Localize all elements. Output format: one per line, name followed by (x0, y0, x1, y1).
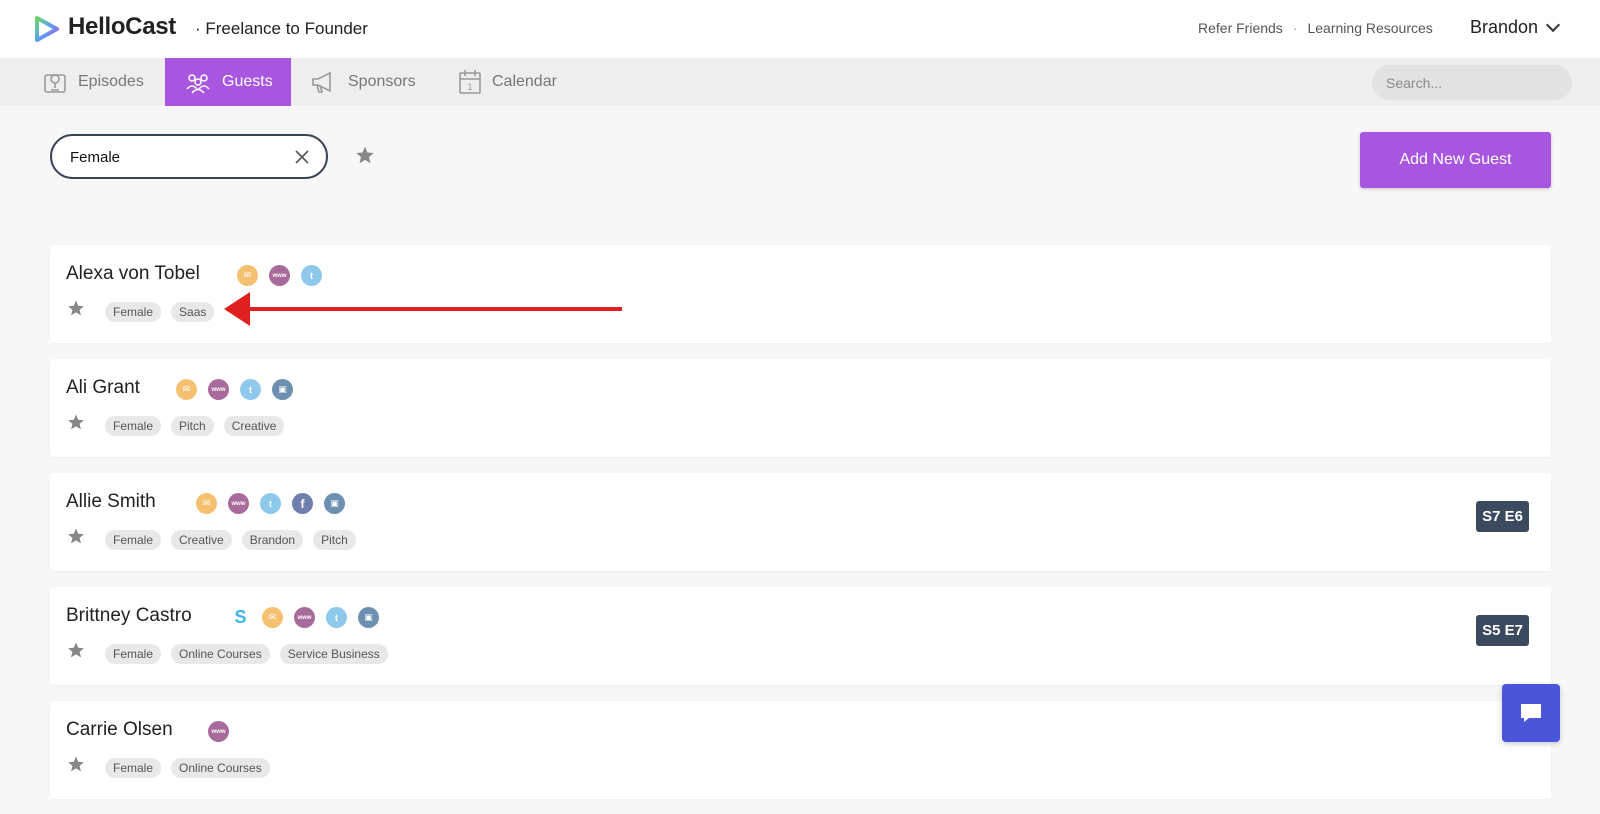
tag-chip[interactable]: Female (105, 644, 162, 664)
guest-tags: Female Saas (105, 302, 215, 322)
podcast-name: · Freelance to Founder (195, 19, 368, 38)
instagram-icon[interactable]: ▣ (324, 493, 345, 514)
favorite-star-icon[interactable] (67, 527, 85, 550)
tab-label: Guests (222, 73, 273, 90)
chevron-down-icon (1545, 17, 1561, 32)
tag-chip[interactable]: Creative (223, 416, 285, 436)
tag-chip[interactable]: Pitch (313, 530, 356, 550)
web-icon[interactable]: www (208, 721, 229, 742)
email-icon[interactable]: ✉ (196, 493, 217, 514)
tag-chip[interactable]: Pitch (171, 416, 214, 436)
svg-text:1: 1 (467, 82, 472, 92)
guest-name[interactable]: Carrie Olsen (66, 719, 173, 741)
user-name: Brandon (1470, 17, 1539, 37)
tab-label: Calendar (492, 73, 557, 90)
web-icon[interactable]: www (208, 379, 229, 400)
tag-chip[interactable]: Female (105, 302, 162, 322)
favorite-star-icon[interactable] (67, 413, 85, 436)
tag-chip[interactable]: Female (105, 416, 162, 436)
web-icon[interactable]: www (269, 265, 290, 286)
web-icon[interactable]: www (294, 607, 315, 628)
tag-filter-box[interactable] (50, 134, 328, 179)
guest-name[interactable]: Alexa von Tobel (66, 263, 200, 285)
main-nav: Episodes Guests Sponsors 1 Calendar (0, 58, 1600, 106)
chat-widget-button[interactable] (1502, 684, 1560, 742)
skype-icon[interactable]: S (230, 607, 251, 628)
link-separator: · (1292, 20, 1298, 36)
tab-guests[interactable]: Guests (165, 58, 291, 106)
hellocast-logo-icon (35, 16, 59, 42)
add-new-guest-button[interactable]: Add New Guest (1360, 132, 1551, 188)
guest-card[interactable]: Ali Grant ✉ www t ▣ Female Pitch Creative (50, 359, 1551, 457)
twitter-icon[interactable]: t (301, 265, 322, 286)
tag-chip[interactable]: Saas (171, 302, 215, 322)
calendar-icon: 1 (459, 70, 481, 94)
guest-tags: Female Online Courses Service Business (105, 644, 388, 664)
tag-chip[interactable]: Brandon (241, 530, 304, 550)
guest-name[interactable]: Allie Smith (66, 491, 156, 513)
megaphone-icon (312, 71, 331, 93)
episodes-icon (44, 74, 66, 93)
instagram-icon[interactable]: ▣ (272, 379, 293, 400)
contact-icons: ✉ www t f ▣ (196, 493, 345, 514)
contact-icons: ✉ www t (237, 265, 322, 286)
guest-tags: Female Creative Brandon Pitch (105, 530, 356, 550)
instagram-icon[interactable]: ▣ (358, 607, 379, 628)
episode-badge[interactable]: S7 E6 (1476, 501, 1529, 532)
tab-sponsors[interactable]: Sponsors (310, 58, 416, 106)
chat-bubble-icon (1521, 704, 1541, 722)
guest-name[interactable]: Brittney Castro (66, 605, 192, 627)
clear-filter-icon[interactable] (292, 147, 312, 167)
user-menu[interactable]: Brandon (1470, 17, 1561, 38)
tab-calendar[interactable]: 1 Calendar (458, 58, 557, 106)
global-search-input[interactable] (1372, 65, 1572, 100)
email-icon[interactable]: ✉ (262, 607, 283, 628)
tag-filter-input[interactable] (70, 146, 270, 168)
guest-tags: Female Pitch Creative (105, 416, 285, 436)
top-links: Refer Friends · Learning Resources (1198, 20, 1433, 36)
email-icon[interactable]: ✉ (237, 265, 258, 286)
refer-friends-link[interactable]: Refer Friends (1198, 20, 1283, 36)
tab-label: Episodes (78, 73, 144, 90)
contact-icons: www (208, 721, 229, 742)
twitter-icon[interactable]: t (240, 379, 261, 400)
tab-episodes[interactable]: Episodes (42, 58, 144, 106)
tab-label: Sponsors (348, 73, 416, 90)
guest-card[interactable]: Brittney Castro S ✉ www t ▣ Female Online Cours… (50, 587, 1551, 685)
contact-icons: ✉ www t ▣ (176, 379, 293, 400)
learning-resources-link[interactable]: Learning Resources (1307, 20, 1432, 36)
tag-chip[interactable]: Creative (171, 530, 232, 550)
guest-name[interactable]: Ali Grant (66, 377, 140, 399)
favorites-filter-star-icon[interactable] (355, 145, 375, 165)
brand-name[interactable]: HelloCast (68, 13, 176, 41)
web-icon[interactable]: www (228, 493, 249, 514)
tag-chip[interactable]: Female (105, 758, 162, 778)
tag-chip[interactable]: Online Courses (171, 758, 270, 778)
tag-chip[interactable]: Service Business (279, 644, 388, 664)
top-header: HelloCast · Freelance to Founder Refer F… (0, 0, 1600, 58)
favorite-star-icon[interactable] (67, 299, 85, 322)
twitter-icon[interactable]: t (326, 607, 347, 628)
episode-badge[interactable]: S5 E7 (1476, 615, 1529, 646)
guest-card[interactable]: Carrie Olsen www Female Online Courses (50, 701, 1551, 799)
tag-chip[interactable]: Online Courses (171, 644, 270, 664)
guest-card[interactable]: Allie Smith ✉ www t f ▣ Female Creative Brandon P… (50, 473, 1551, 571)
favorite-star-icon[interactable] (67, 755, 85, 778)
tag-chip[interactable]: Female (105, 530, 162, 550)
guest-tags: Female Online Courses (105, 758, 270, 778)
contact-icons: S ✉ www t ▣ (230, 607, 379, 628)
guests-icon (186, 74, 210, 94)
twitter-icon[interactable]: t (260, 493, 281, 514)
email-icon[interactable]: ✉ (176, 379, 197, 400)
favorite-star-icon[interactable] (67, 641, 85, 664)
annotation-arrow (224, 292, 622, 326)
facebook-icon[interactable]: f (292, 493, 313, 514)
